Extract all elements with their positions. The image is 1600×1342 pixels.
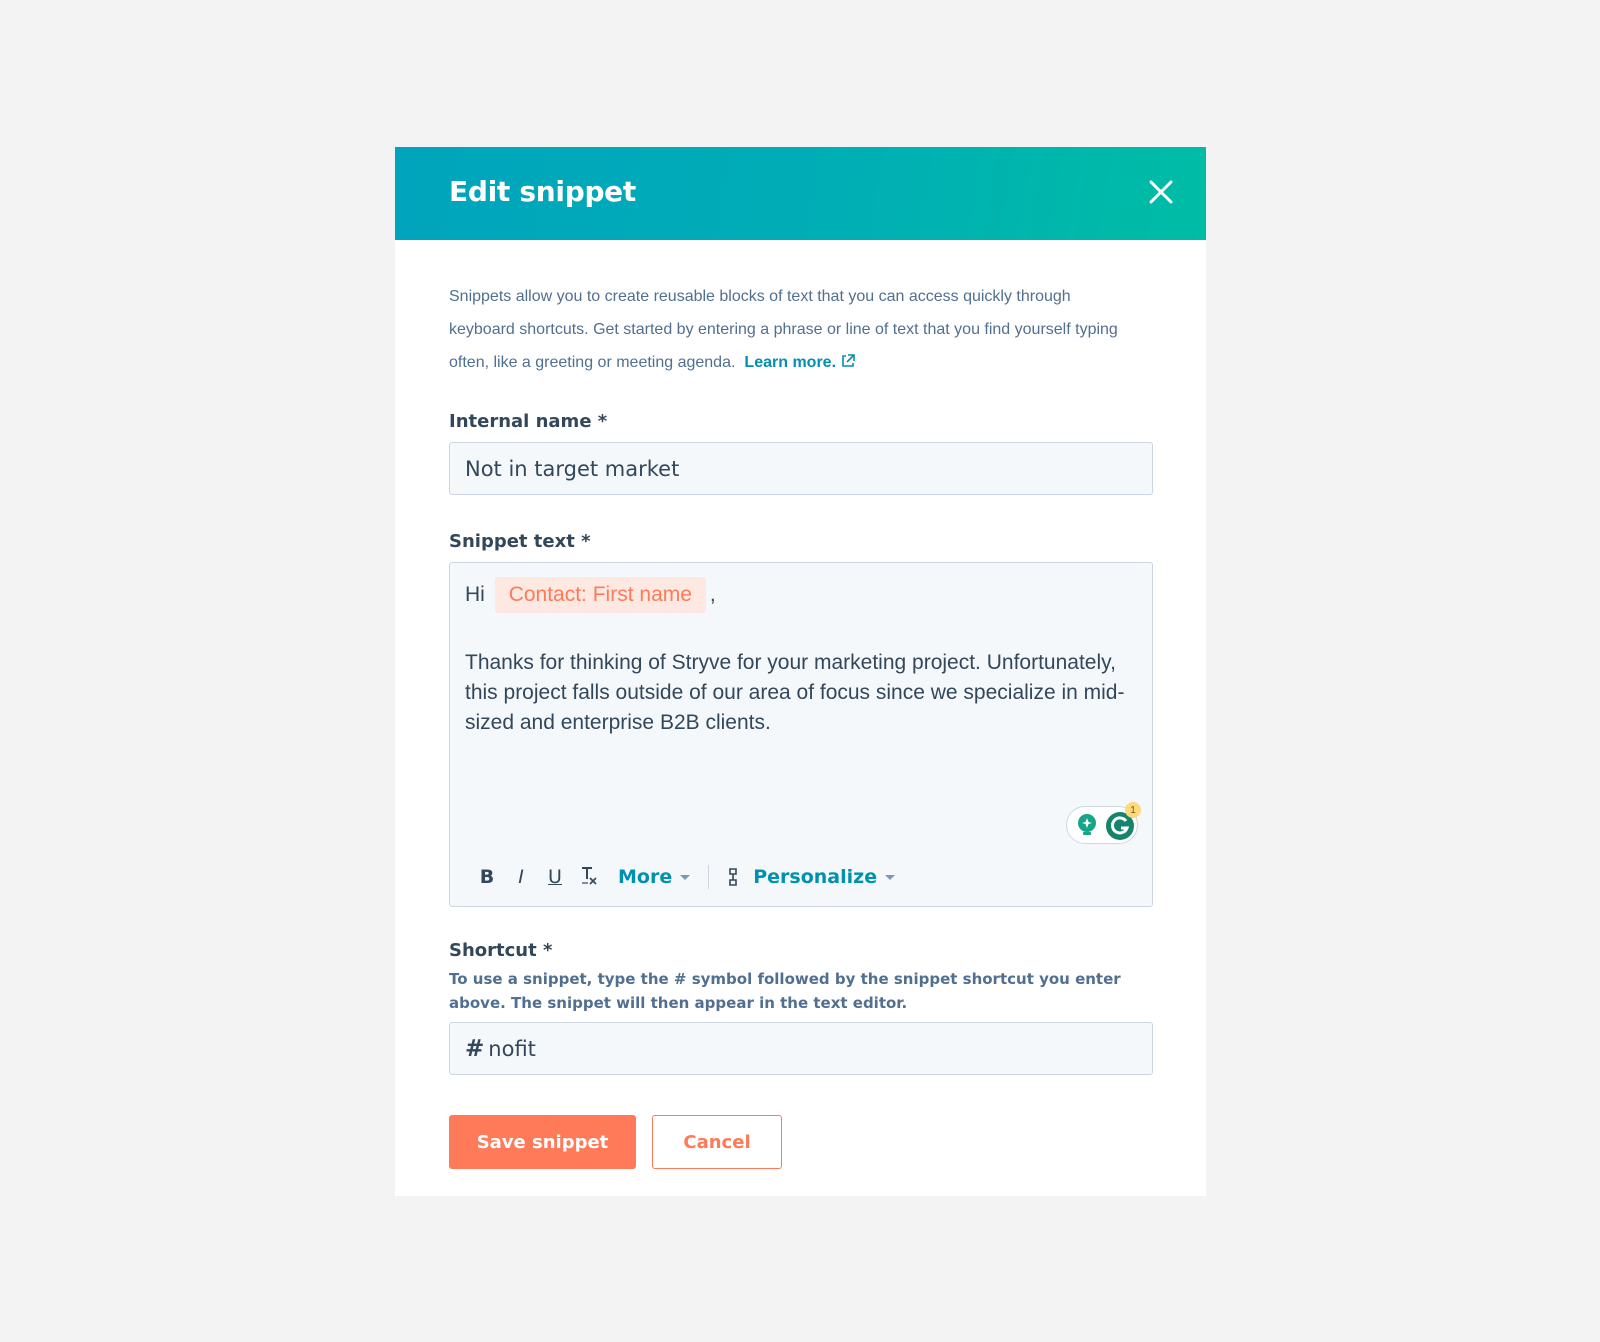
toolbar-divider [708, 865, 710, 889]
close-icon [1149, 180, 1173, 204]
modal-title: Edit snippet [449, 175, 636, 208]
personalize-label: Personalize [753, 866, 878, 888]
shortcut-label: Shortcut * [449, 940, 553, 961]
underline-button[interactable]: U [538, 866, 572, 888]
chevron-down-icon [680, 875, 691, 880]
lightbulb-icon [1078, 814, 1096, 835]
modal-header: Edit snippet [395, 147, 1206, 240]
snippet-text-label: Snippet text * [449, 531, 591, 552]
editor-toolbar: B I U More Personalize [470, 862, 896, 892]
learn-more-link[interactable]: Learn more. [744, 354, 856, 371]
modal-body: Snippets allow you to create reusable bl… [395, 280, 1206, 1169]
intro-text: Snippets allow you to create reusable bl… [449, 280, 1139, 379]
internal-name-input[interactable]: Not in target market [449, 442, 1153, 495]
modal-actions: Save snippet Cancel [449, 1115, 1152, 1169]
cancel-button[interactable]: Cancel [652, 1115, 782, 1169]
grammarly-widget[interactable]: 1 [1066, 802, 1141, 844]
greeting-line: Hi Contact: First name, [465, 577, 1138, 613]
personalization-token[interactable]: Contact: First name [494, 577, 706, 613]
personalize-icon [729, 868, 738, 886]
token-suffix: , [709, 583, 716, 606]
internal-name-label: Internal name * [449, 411, 608, 432]
clear-format-icon [582, 866, 597, 885]
edit-snippet-modal: Edit snippet Snippets allow you to creat… [395, 147, 1206, 1196]
more-label: More [618, 866, 673, 888]
clear-format-button[interactable] [572, 865, 606, 890]
grammarly-badge: 1 [1125, 802, 1141, 818]
personalize-dropdown[interactable]: Personalize [753, 866, 896, 888]
shortcut-value: nofit [488, 1036, 536, 1061]
snippet-paragraph: Thanks for thinking of Stryve for your m… [465, 651, 1125, 734]
snippet-text-editor[interactable]: Hi Contact: First name, Thanks for think… [449, 562, 1153, 907]
more-dropdown[interactable]: More [618, 866, 691, 888]
chevron-down-icon [885, 875, 896, 880]
hash-prefix-icon: # [465, 1035, 485, 1062]
close-button[interactable] [1146, 177, 1176, 207]
italic-button[interactable]: I [504, 866, 538, 888]
bold-button[interactable]: B [470, 866, 504, 888]
learn-more-label: Learn more. [744, 354, 837, 371]
greeting-text: Hi [465, 583, 485, 606]
editor-content[interactable]: Hi Contact: First name, Thanks for think… [465, 577, 1138, 738]
external-link-icon [842, 354, 855, 367]
internal-name-value: Not in target market [465, 456, 680, 481]
save-snippet-button[interactable]: Save snippet [449, 1115, 636, 1169]
shortcut-input[interactable]: # nofit [449, 1022, 1153, 1075]
shortcut-help-text: To use a snippet, type the # symbol foll… [449, 970, 1121, 1012]
